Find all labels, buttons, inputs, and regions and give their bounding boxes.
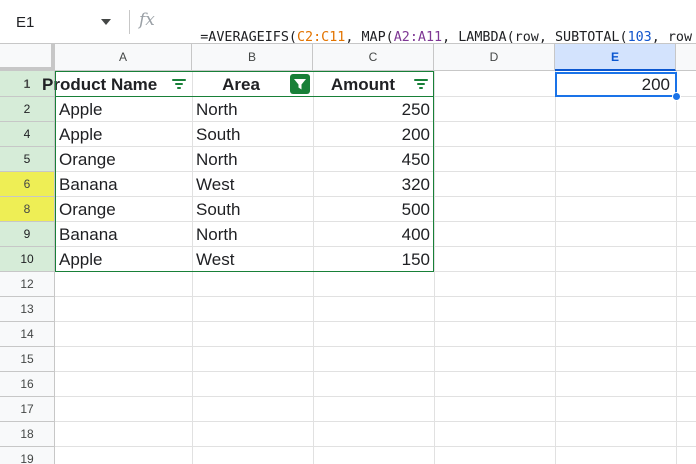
row-header-6[interactable]: 6 (0, 172, 55, 197)
formula-token: , row (651, 30, 693, 45)
filter-icon[interactable] (414, 79, 428, 89)
cell-area[interactable]: North (192, 148, 313, 171)
cell-area[interactable]: West (192, 173, 313, 196)
cell-a1-header[interactable]: Product Name (42, 74, 166, 96)
grid-line (55, 371, 696, 372)
row-header-13[interactable]: 13 (0, 297, 55, 322)
select-all-corner[interactable] (0, 44, 55, 71)
cell-product[interactable]: Apple (55, 248, 192, 271)
column-header-b[interactable]: B (192, 44, 313, 71)
grid-line (55, 196, 696, 197)
cell-area[interactable]: South (192, 198, 313, 221)
table-header-underline (55, 96, 434, 97)
column-header-d[interactable]: D (434, 44, 555, 71)
cell-amount[interactable]: 150 (313, 248, 434, 271)
row-header-4[interactable]: 4 (0, 122, 55, 147)
cell-amount[interactable]: 500 (313, 198, 434, 221)
grid-line (55, 171, 696, 172)
cell-product[interactable]: Apple (55, 123, 192, 146)
fx-icon: fx (139, 10, 155, 30)
fill-handle[interactable] (672, 92, 681, 101)
cell-area[interactable]: North (192, 98, 313, 121)
formula-token-range: A2:A11 (393, 30, 443, 45)
row-header-17[interactable]: 17 (0, 397, 55, 422)
cell-amount[interactable]: 200 (313, 123, 434, 146)
row-header-5[interactable]: 5 (0, 147, 55, 172)
cell-area[interactable]: West (192, 248, 313, 271)
row-header-9[interactable]: 9 (0, 222, 55, 247)
formula-token: , LAMBDA(row, SUBTOTAL( (442, 30, 628, 45)
column-header-c[interactable]: C (313, 44, 434, 71)
name-box[interactable]: E1 (0, 0, 128, 44)
cell-c1-header[interactable]: Amount (318, 74, 408, 96)
grid-line (55, 296, 696, 297)
column-header-e[interactable]: E (555, 44, 676, 71)
row-header-15[interactable]: 15 (0, 347, 55, 372)
column-header-a[interactable]: A (55, 44, 192, 71)
formula-token: , MAP( (345, 30, 394, 45)
cell-product[interactable]: Orange (55, 198, 192, 221)
grid-line (434, 71, 435, 464)
grid-line (55, 321, 696, 322)
cell-amount[interactable]: 250 (313, 98, 434, 121)
cell-e1-result[interactable]: 200 (555, 74, 676, 96)
grid-line (55, 421, 696, 422)
cell-product[interactable]: Banana (55, 223, 192, 246)
name-box-ref: E1 (16, 14, 35, 31)
row-header-19[interactable]: 19 (0, 447, 55, 464)
formula-token-range: C2:C11 (297, 30, 346, 45)
cell-b1-header[interactable]: Area (196, 74, 286, 96)
formula-token: =AVERAGEIFS( (200, 30, 297, 45)
grid-line (55, 221, 696, 222)
formula-token-number: 103 (627, 30, 652, 45)
row-header-12[interactable]: 12 (0, 272, 55, 297)
cell-area[interactable]: South (192, 123, 313, 146)
grid-line (55, 121, 696, 122)
cell-product[interactable]: Apple (55, 98, 192, 121)
grid-line (55, 246, 696, 247)
grid-line (555, 71, 556, 464)
row-header-14[interactable]: 14 (0, 322, 55, 347)
grid-line (55, 271, 696, 272)
cell-product[interactable]: Orange (55, 148, 192, 171)
row-header-8[interactable]: 8 (0, 197, 55, 222)
cell-area[interactable]: North (192, 223, 313, 246)
cell-amount[interactable]: 450 (313, 148, 434, 171)
formula-bar: E1 fx =AVERAGEIFS(C2:C11, MAP(A2:A11, LA… (0, 0, 696, 45)
row-header-2[interactable]: 2 (0, 97, 55, 122)
grid-line (676, 71, 677, 464)
cell-product[interactable]: Banana (55, 173, 192, 196)
cell-amount[interactable]: 320 (313, 173, 434, 196)
grid-line (55, 396, 696, 397)
grid-line (55, 346, 696, 347)
cell-amount[interactable]: 400 (313, 223, 434, 246)
row-header-18[interactable]: 18 (0, 422, 55, 447)
filter-active-icon[interactable] (290, 74, 310, 94)
grid-line (55, 446, 696, 447)
formula-bar-divider (129, 10, 130, 34)
dropdown-caret-icon[interactable] (101, 19, 111, 25)
row-header-16[interactable]: 16 (0, 372, 55, 397)
row-header-10[interactable]: 10 (0, 247, 55, 272)
funnel-icon (294, 79, 306, 90)
grid-line (55, 146, 696, 147)
filter-icon[interactable] (172, 79, 186, 89)
